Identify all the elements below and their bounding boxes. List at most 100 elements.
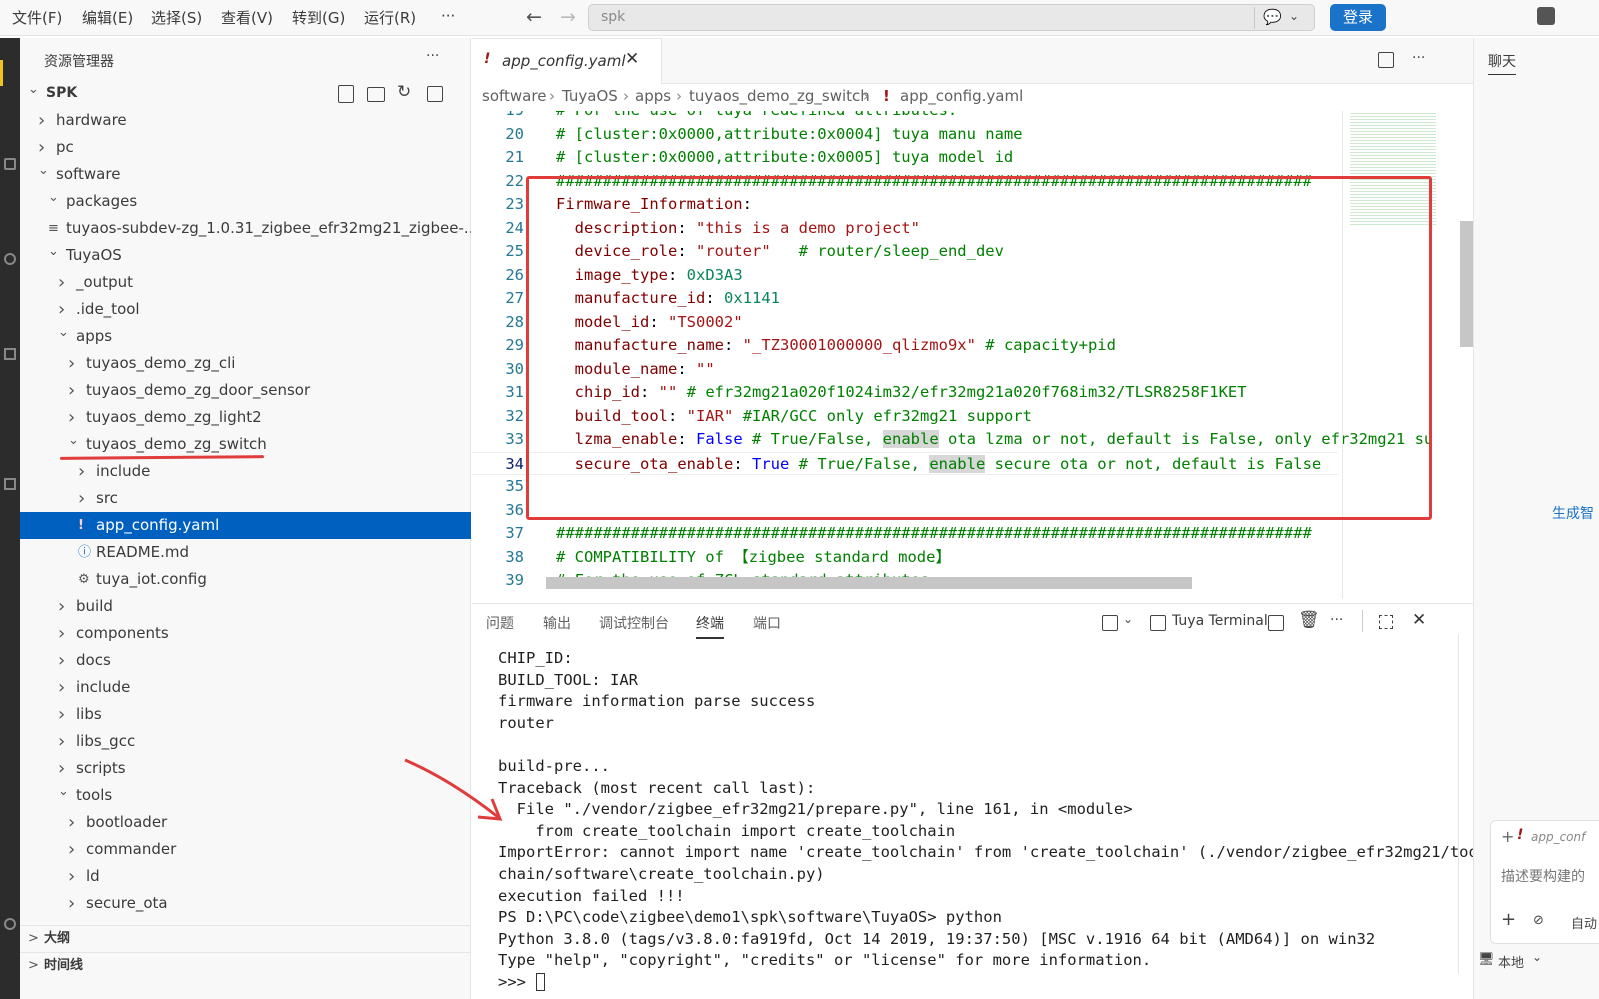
tab-app-config[interactable]: ! app_config.yaml ✕ [472, 38, 662, 84]
chat-input-box[interactable]: + ! app_conf 描述要构建的 + ⊘ 自动 [1490, 820, 1599, 944]
breadcrumb-item[interactable]: apps [635, 87, 671, 105]
close-icon[interactable]: ✕ [625, 49, 639, 69]
add-context-icon[interactable]: + [1501, 827, 1514, 846]
tab-debug-console[interactable]: 调试控制台 [599, 613, 669, 633]
more-actions-icon[interactable]: ··· [426, 48, 439, 64]
code-line[interactable]: 37 ######################################… [472, 522, 1473, 546]
panel-more-icon[interactable]: ··· [1330, 612, 1343, 628]
tree-item[interactable]: ⚙ tuya_iot.config [20, 566, 471, 593]
menu-goto[interactable]: 转到(G) [292, 7, 345, 28]
tree-item[interactable]: › build [20, 593, 471, 620]
tree-item[interactable]: › src [20, 485, 471, 512]
tree-item[interactable]: › secure_ota [20, 890, 471, 917]
close-panel-icon[interactable]: ✕ [1412, 610, 1426, 630]
tree-item[interactable]: › include [20, 458, 471, 485]
tree-item[interactable]: › libs_gcc [20, 728, 471, 755]
tree-item-label: docs [76, 651, 111, 669]
tree-item[interactable]: ⌄ TuyaOS [20, 242, 471, 269]
command-search[interactable]: spk 💬 ⌄ [588, 4, 1315, 31]
tree-item[interactable]: ≡ tuyaos-subdev-zg_1.0.31_zigbee_efr32mg2… [20, 215, 471, 242]
tree-item-label: include [76, 678, 131, 696]
chat-file-chip[interactable]: app_conf [1531, 830, 1585, 844]
tree-item[interactable]: › tuyaos_demo_zg_cli [20, 350, 471, 377]
timeline-section[interactable]: > 时间线 [20, 952, 471, 979]
tree-item[interactable]: › ld [20, 863, 471, 890]
tree-item[interactable]: ⌄ SPK [20, 80, 471, 107]
split-editor-icon[interactable] [1378, 52, 1394, 68]
tree-item[interactable]: ! app_config.yaml [20, 512, 471, 539]
attach-icon[interactable]: + [1501, 909, 1516, 930]
split-terminal-icon[interactable] [1268, 615, 1284, 631]
horizontal-scrollbar[interactable] [546, 577, 1192, 589]
terminal-output[interactable]: CHIP_ID: BUILD_TOOL: IAR firmware informat… [498, 647, 1487, 999]
tree-item[interactable]: › include [20, 674, 471, 701]
breadcrumb: software › TuyaOS › apps › tuyaos_demo_z… [472, 84, 1473, 111]
menu-run[interactable]: 运行(R) [364, 7, 416, 28]
tree-item[interactable]: ⌄ packages [20, 188, 471, 215]
menu-more[interactable]: ··· [441, 7, 455, 25]
back-arrow-icon[interactable]: ← [526, 6, 542, 28]
tree-item-label: app_config.yaml [96, 516, 220, 534]
tree-item-label: tuyaos_demo_zg_door_sensor [86, 381, 311, 399]
terminal-name[interactable]: Tuya Terminal [1172, 613, 1268, 629]
account-icon[interactable] [4, 918, 16, 930]
breadcrumb-item[interactable]: tuyaos_demo_zg_switch [689, 87, 870, 105]
tree-item[interactable]: ⓘ README.md [20, 539, 471, 566]
editor-scrollbar[interactable] [1460, 221, 1473, 347]
menu-file[interactable]: 文件(F) [12, 7, 62, 28]
tree-item[interactable]: › tuyaos_demo_zg_door_sensor [20, 377, 471, 404]
layout-icon[interactable] [1537, 7, 1555, 25]
tree-item[interactable]: › pc [20, 134, 471, 161]
breadcrumb-item[interactable]: app_config.yaml [900, 87, 1023, 105]
tree-item[interactable]: › commander [20, 836, 471, 863]
new-terminal-icon[interactable] [1102, 615, 1118, 631]
tree-item[interactable]: › tuyaos_demo_zg_light2 [20, 404, 471, 431]
outline-section[interactable]: > 大纲 [20, 925, 471, 952]
generate-link[interactable]: 生成智 [1552, 503, 1594, 523]
chat-tab[interactable]: 聊天 [1488, 51, 1516, 75]
trash-icon[interactable]: 🗑 [1298, 610, 1320, 630]
tab-ports[interactable]: 端口 [753, 613, 781, 633]
chevron-down-icon[interactable]: ⌄ [1289, 9, 1299, 23]
yaml-warning-icon: ! [883, 87, 890, 105]
maximize-icon[interactable] [1379, 615, 1393, 629]
source-control-icon[interactable] [4, 253, 16, 265]
forward-arrow-icon[interactable]: → [560, 6, 576, 28]
panel-divider [1362, 610, 1363, 632]
search-icon[interactable] [4, 158, 16, 170]
tree-item[interactable]: › _output [20, 269, 471, 296]
tab-problems[interactable]: 问题 [486, 613, 514, 633]
tree-item[interactable]: ⌄ tuyaos_demo_zg_switch [20, 431, 471, 458]
menu-selection[interactable]: 选择(S) [151, 7, 202, 28]
chevron-down-icon[interactable]: ⌄ [1123, 612, 1133, 626]
tree-item[interactable]: › .ide_tool [20, 296, 471, 323]
code-line[interactable]: 21 # [cluster:0x0000,attribute:0x0005] tu… [472, 146, 1473, 170]
breadcrumb-item[interactable]: TuyaOS [562, 87, 618, 105]
code-line[interactable]: 38 # COMPATIBILITY of 【zigbee standard mo… [472, 546, 1473, 570]
line-number: 19 [472, 111, 524, 123]
code-line[interactable]: 19 # For the use of tuya redefined attrib… [472, 111, 1473, 123]
tools-icon[interactable]: ⊘ [1533, 913, 1544, 928]
tree-item[interactable]: › components [20, 620, 471, 647]
remote-icon[interactable] [4, 478, 16, 490]
menu-view[interactable]: 查看(V) [221, 7, 273, 28]
tree-item[interactable]: ⌄ software [20, 161, 471, 188]
code-line[interactable]: 20 # [cluster:0x0000,attribute:0x0004] tu… [472, 123, 1473, 147]
mode-select[interactable]: 自动 [1571, 913, 1597, 932]
tree-item[interactable]: › docs [20, 647, 471, 674]
editor-more-icon[interactable]: ··· [1412, 50, 1425, 66]
tree-item[interactable]: › hardware [20, 107, 471, 134]
chevron-right-icon: › [68, 839, 76, 860]
tree-item[interactable]: › libs [20, 701, 471, 728]
menu-edit[interactable]: 编辑(E) [82, 7, 133, 28]
breadcrumb-item[interactable]: software [482, 87, 546, 105]
tab-output[interactable]: 输出 [543, 613, 571, 633]
chevron-right-icon: › [58, 677, 66, 698]
login-button[interactable]: 登录 [1330, 4, 1386, 31]
chevron-down-icon[interactable]: ⌄ [1532, 950, 1542, 964]
copilot-chat-icon[interactable]: 💬 [1263, 8, 1282, 26]
local-select[interactable]: 本地 [1498, 952, 1524, 971]
tab-terminal[interactable]: 终端 [696, 613, 724, 639]
tree-item[interactable]: ⌄ apps [20, 323, 471, 350]
extensions-icon[interactable] [4, 348, 16, 360]
